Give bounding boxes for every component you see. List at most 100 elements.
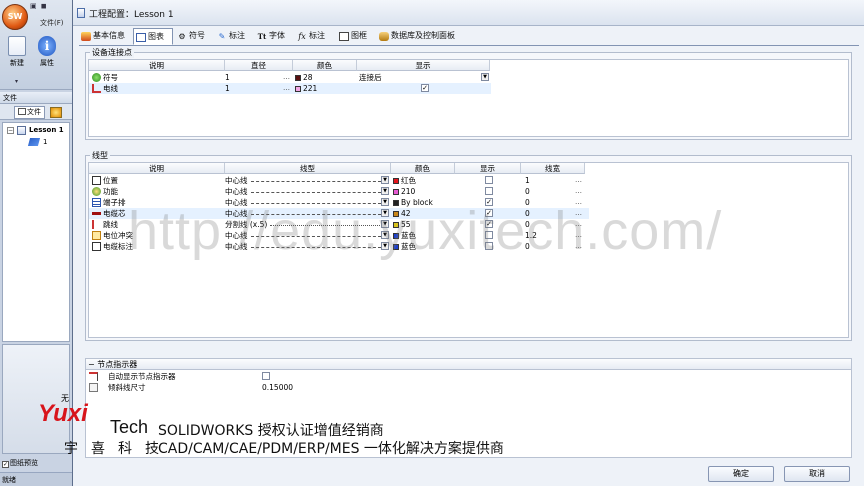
cancel-button[interactable]: 取消: [784, 466, 850, 482]
connection-points-group: 设备连接点 说明 直径 颜色 显示 符号 1 … 28 连接后 ▼ 电线 1 ……: [85, 47, 852, 140]
row-linewidth[interactable]: 1: [525, 175, 575, 186]
tab-symbol-label: 符号: [189, 31, 205, 40]
row-linewidth[interactable]: 0: [525, 186, 575, 197]
col-header-display[interactable]: 显示: [357, 60, 490, 71]
table-row[interactable]: 功能 中心线 ▼ 210 0…: [89, 186, 589, 197]
table-row[interactable]: 位置 中心线 ▼ 红色 1…: [89, 175, 589, 186]
col-header-color[interactable]: 颜色: [391, 163, 455, 174]
tree-item-root[interactable]: Lesson 1: [29, 126, 64, 134]
tab-database[interactable]: 数据库及控制面板: [377, 28, 477, 45]
banner-line-2: CAD/CAM/CAE/PDM/ERP/MES 一体化解决方案提供商: [158, 441, 504, 457]
row-color-label: 28: [303, 73, 313, 82]
cable-label-icon: [92, 242, 101, 251]
file-pane-tabs: 文件: [0, 104, 72, 120]
tab-basic-info[interactable]: 基本信息: [79, 28, 133, 45]
node-indicator-icon: [89, 372, 98, 381]
dialog-icon: [77, 8, 85, 18]
function-icon: [92, 187, 101, 196]
row-diameter[interactable]: 1: [225, 72, 285, 83]
book-icon: [27, 138, 41, 146]
display-checkbox[interactable]: [485, 176, 493, 184]
row-color[interactable]: 221: [295, 83, 355, 94]
preview-checkbox[interactable]: ✓ 图纸预览: [2, 458, 38, 468]
chevron-down-icon[interactable]: ▼: [381, 187, 389, 195]
properties-button[interactable]: i 属性: [34, 36, 60, 68]
tab-font-label: 字体: [269, 31, 285, 40]
collapse-icon[interactable]: −: [88, 360, 97, 369]
tab-chart-label: 图表: [148, 32, 164, 41]
chevron-down-icon[interactable]: ▼: [481, 73, 489, 81]
font-icon: Tt: [257, 32, 267, 41]
document-icon: [18, 108, 26, 115]
row-display[interactable]: 连接后: [359, 72, 479, 83]
app-logo-icon[interactable]: SW: [2, 4, 28, 30]
dialog-titlebar: 工程配置：Lesson 1: [73, 0, 864, 26]
chevron-down-icon[interactable]: ▾: [15, 78, 18, 85]
new-document-icon: [8, 36, 26, 56]
display-checkbox[interactable]: ✓: [421, 84, 429, 92]
chevron-down-icon[interactable]: ▼: [381, 176, 389, 184]
jumper-icon: [92, 220, 101, 229]
col-header-description[interactable]: 说明: [89, 163, 225, 174]
tab-file[interactable]: 文件: [14, 106, 45, 119]
ellipsis-button[interactable]: …: [283, 72, 290, 83]
preview-checkbox-label: 图纸预览: [10, 459, 38, 467]
col-header-linewidth[interactable]: 线宽: [521, 163, 585, 174]
col-header-color[interactable]: 颜色: [293, 60, 357, 71]
ellipsis-button[interactable]: …: [283, 83, 290, 94]
annotation-icon: ✎: [218, 32, 226, 41]
tab-chart[interactable]: 图表: [133, 28, 173, 45]
col-header-diameter[interactable]: 直径: [225, 60, 293, 71]
tab-fx-annotation-label: 标注: [309, 31, 325, 40]
table-row[interactable]: 电线 1 … 221 ✓: [89, 83, 491, 94]
file-menu[interactable]: 文件(F): [40, 18, 64, 28]
tab-file-label: 文件: [27, 108, 41, 116]
col-header-display[interactable]: 显示: [455, 163, 521, 174]
ellipsis-button[interactable]: …: [575, 175, 582, 186]
new-button-label: 新建: [10, 59, 24, 67]
row-color-label: 红色: [401, 176, 416, 185]
tree-collapse-icon[interactable]: −: [7, 127, 14, 134]
logo-tech: Tech: [110, 417, 149, 437]
row-color[interactable]: 红色: [393, 175, 453, 186]
new-button[interactable]: 新建: [4, 36, 30, 68]
row-name: 电线: [103, 84, 118, 93]
tab-components-icon[interactable]: [50, 107, 62, 118]
project-icon: [17, 126, 26, 135]
tab-frame[interactable]: 图框: [337, 28, 377, 45]
table-row[interactable]: 倾斜线尺寸 0.15000: [86, 382, 486, 393]
table-row[interactable]: 自动显示节点指示器: [86, 371, 486, 382]
auto-show-checkbox[interactable]: [262, 372, 270, 380]
display-checkbox[interactable]: [485, 187, 493, 195]
symbol-icon: ⚙: [178, 32, 186, 41]
properties-button-label: 属性: [40, 59, 54, 67]
row-name: 倾斜线尺寸: [108, 383, 146, 392]
row-color[interactable]: 28: [295, 72, 355, 83]
quick-access-icons[interactable]: ▣ ◼: [30, 2, 48, 10]
logo-text: Yuxi: [38, 400, 88, 427]
banner-line-1: SOLIDWORKS 授权认证增值经销商: [158, 423, 384, 439]
connection-points-title: 设备连接点: [90, 47, 134, 58]
row-linetype[interactable]: 中心线: [225, 175, 385, 186]
line-types-title: 线型: [90, 150, 110, 161]
tab-annotation[interactable]: ✎ 标注: [215, 28, 255, 45]
banner-company-name: 宇喜科技: [64, 441, 172, 457]
col-header-linetype[interactable]: 线型: [225, 163, 391, 174]
tree-item-child[interactable]: 1: [43, 138, 47, 146]
tab-fx-annotation[interactable]: fx 标注: [295, 28, 335, 45]
table-row[interactable]: 符号 1 … 28 连接后 ▼: [89, 72, 491, 83]
checkbox-checked-icon[interactable]: ✓: [2, 461, 9, 468]
col-header-description[interactable]: 说明: [89, 60, 225, 71]
tab-font[interactable]: Tt 字体: [255, 28, 295, 45]
cable-core-icon: [92, 212, 101, 216]
ellipsis-button[interactable]: …: [575, 186, 582, 197]
row-diameter[interactable]: 1: [225, 83, 285, 94]
tab-symbol[interactable]: ⚙ 符号: [175, 28, 215, 45]
row-color[interactable]: 210: [393, 186, 453, 197]
row-color-label: 221: [303, 84, 318, 93]
node-indicator-header[interactable]: − 节点指示器: [86, 359, 851, 370]
fx-icon: fx: [298, 32, 306, 41]
ok-button[interactable]: 确定: [708, 466, 774, 482]
row-linetype[interactable]: 中心线: [225, 186, 385, 197]
row-value[interactable]: 0.15000: [262, 382, 342, 393]
